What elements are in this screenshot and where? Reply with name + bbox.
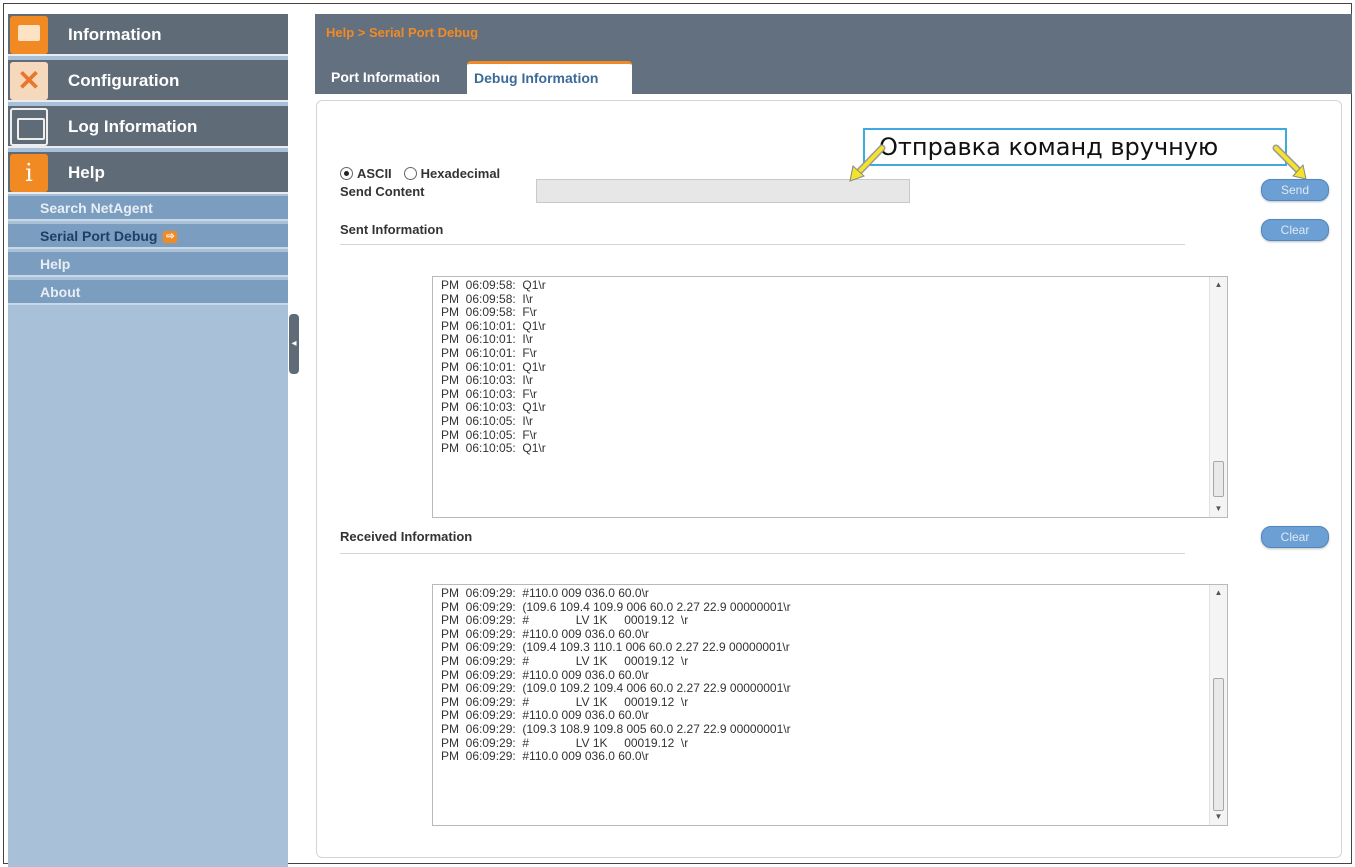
scroll-down-icon[interactable]: ▼: [1210, 809, 1227, 825]
breadcrumb: Help > Serial Port Debug: [326, 25, 479, 40]
sidebar-item-label: Help: [68, 163, 105, 182]
sidebar-item-configuration[interactable]: ✕ Configuration: [8, 60, 288, 102]
log-line: PM 06:09:29: # LV 1K 00019.12 \r: [441, 613, 689, 628]
clear-received-button[interactable]: Clear: [1261, 526, 1329, 548]
log-line: PM 06:10:01: Q1\r: [441, 359, 546, 374]
tools-icon: ✕: [10, 62, 48, 100]
tab-port-information[interactable]: Port Information: [324, 61, 447, 94]
log-line: PM 06:10:05: F\r: [441, 427, 538, 442]
sidebar-item-label: Search NetAgent: [40, 200, 153, 216]
sidebar-item-label: Serial Port Debug ⇨: [40, 228, 178, 244]
sidebar: Information ✕ Configuration Log Informat…: [8, 14, 288, 867]
folder-icon: [10, 108, 48, 146]
sidebar-item-serial-port-debug[interactable]: Serial Port Debug ⇨: [8, 224, 288, 249]
log-line: PM 06:09:29: # LV 1K 00019.12 \r: [441, 694, 689, 709]
received-information-label: Received Information: [340, 529, 473, 544]
log-line: PM 06:09:58: Q1\r: [441, 278, 546, 292]
log-line: PM 06:09:29: #110.0 009 036.0 60.0\r: [441, 626, 649, 641]
scroll-thumb[interactable]: [1213, 461, 1224, 497]
sidebar-item-label: About: [40, 284, 81, 300]
info-icon: i: [10, 154, 48, 192]
log-line: PM 06:09:29: (109.4 109.3 110.1 006 60.0…: [441, 640, 790, 655]
sent-information-label: Sent Information: [340, 222, 444, 237]
sidebar-item-about[interactable]: About: [8, 280, 288, 305]
divider: [340, 553, 1185, 554]
log-line: PM 06:09:29: #110.0 009 036.0 60.0\r: [441, 749, 649, 764]
annotation-callout: Отправка команд вручную: [863, 128, 1287, 166]
log-line: PM 06:09:29: #110.0 009 036.0 60.0\r: [441, 708, 649, 723]
ascii-radio[interactable]: [340, 167, 353, 180]
tab-debug-information[interactable]: Debug Information: [467, 61, 632, 94]
sent-log-lines: PM 06:09:58: Q1\r PM 06:09:58: I\r PM 06:0…: [441, 278, 1205, 456]
scrollbar[interactable]: ▲ ▼: [1209, 585, 1227, 825]
clear-sent-button[interactable]: Clear: [1261, 219, 1329, 241]
sidebar-item-label: Information: [68, 25, 162, 44]
sidebar-item-text: Serial Port Debug: [40, 228, 158, 244]
hexadecimal-radio-label[interactable]: Hexadecimal: [421, 166, 501, 181]
send-content-input[interactable]: [536, 179, 910, 203]
log-line: PM 06:09:58: F\r: [441, 305, 538, 320]
log-line: PM 06:09:29: (109.3 108.9 109.8 005 60.0…: [441, 721, 791, 736]
received-log-lines: PM 06:09:29: #110.0 009 036.0 60.0\r PM 0…: [441, 586, 1205, 764]
header: Help > Serial Port Debug Port Informatio…: [315, 14, 1352, 94]
sidebar-item-information[interactable]: Information: [8, 14, 288, 56]
send-content-label: Send Content: [340, 184, 425, 199]
scrollbar[interactable]: ▲ ▼: [1209, 277, 1227, 517]
log-line: PM 06:09:29: #110.0 009 036.0 60.0\r: [441, 586, 649, 600]
sidebar-item-search-netagent[interactable]: Search NetAgent: [8, 196, 288, 221]
sidebar-item-label: Help: [40, 256, 71, 272]
sidebar-item-label: Log Information: [68, 117, 198, 136]
log-line: PM 06:10:01: I\r: [441, 332, 534, 347]
log-line: PM 06:09:29: (109.0 109.2 109.4 006 60.0…: [441, 681, 791, 696]
divider: [340, 244, 1185, 245]
scroll-down-icon[interactable]: ▼: [1210, 501, 1227, 517]
sidebar-collapse-handle[interactable]: ◂: [289, 314, 299, 374]
log-line: PM 06:10:05: I\r: [441, 413, 534, 428]
log-line: PM 06:09:29: (109.6 109.4 109.9 006 60.0…: [441, 599, 791, 614]
sidebar-item-log-information[interactable]: Log Information: [8, 106, 288, 148]
log-line: PM 06:10:01: F\r: [441, 345, 538, 360]
log-line: PM 06:10:01: Q1\r: [441, 318, 546, 333]
log-line: PM 06:09:29: #110.0 009 036.0 60.0\r: [441, 667, 649, 682]
log-line: PM 06:10:03: F\r: [441, 386, 538, 401]
ascii-radio-label[interactable]: ASCII: [357, 166, 392, 181]
sidebar-item-help[interactable]: i Help: [8, 152, 288, 194]
scroll-up-icon[interactable]: ▲: [1210, 585, 1227, 601]
log-line: PM 06:09:58: I\r: [441, 291, 534, 306]
mode-selector: ASCII Hexadecimal: [340, 166, 512, 181]
sidebar-item-help-sub[interactable]: Help: [8, 252, 288, 277]
log-line: PM 06:10:03: Q1\r: [441, 400, 546, 415]
monitor-icon: [10, 16, 48, 54]
arrow-right-icon: ⇨: [163, 231, 178, 244]
scroll-thumb[interactable]: [1213, 678, 1224, 811]
log-line: PM 06:09:29: # LV 1K 00019.12 \r: [441, 653, 689, 668]
log-line: PM 06:10:05: Q1\r: [441, 441, 546, 456]
scroll-up-icon[interactable]: ▲: [1210, 277, 1227, 293]
hexadecimal-radio[interactable]: [403, 167, 417, 180]
sent-log-box[interactable]: PM 06:09:58: Q1\r PM 06:09:58: I\r PM 06:0…: [432, 276, 1228, 518]
sidebar-item-label: Configuration: [68, 71, 180, 90]
log-line: PM 06:10:03: I\r: [441, 373, 534, 388]
send-button[interactable]: Send: [1261, 179, 1329, 201]
log-line: PM 06:09:29: # LV 1K 00019.12 \r: [441, 735, 689, 750]
received-log-box[interactable]: PM 06:09:29: #110.0 009 036.0 60.0\r PM 0…: [432, 584, 1228, 826]
